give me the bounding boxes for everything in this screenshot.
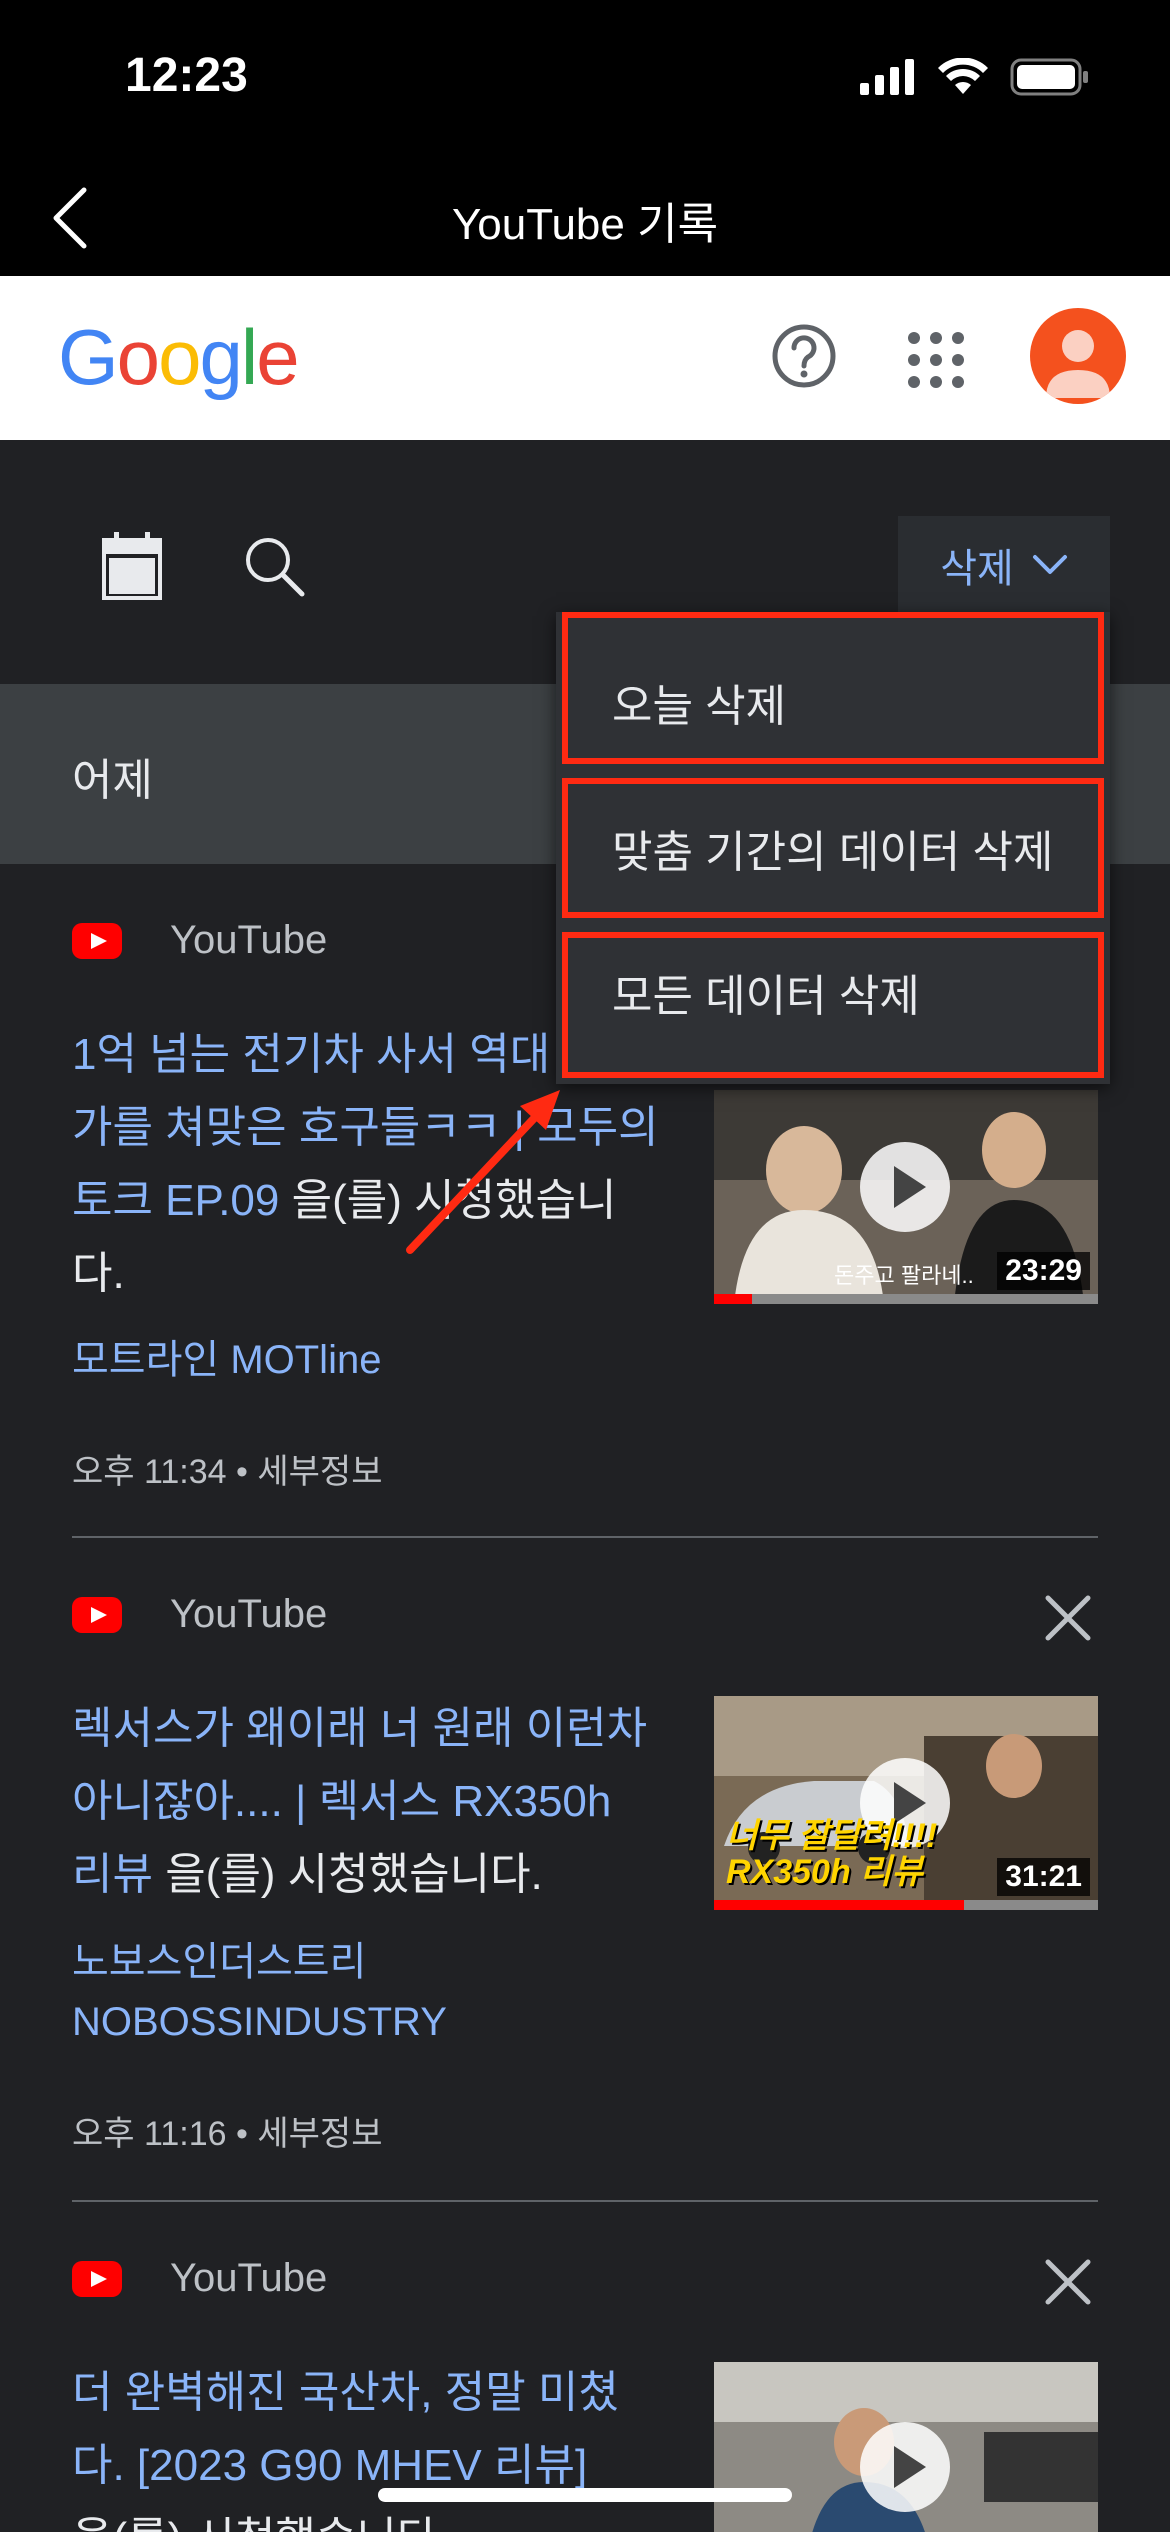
title-line: 리뷰 — [72, 1850, 153, 1899]
channel-line: NOBOSSINDUSTRY — [72, 2000, 447, 2044]
title-line: 다. [2023 G90 MHEV 리뷰] — [72, 2441, 588, 2490]
page-title: YouTube 기록 — [451, 200, 719, 249]
help-button[interactable] — [768, 320, 840, 392]
title-line: 렉서스가 왜이래 너 원래 이런차 — [72, 1704, 648, 1753]
google-logo[interactable]: Google — [58, 312, 300, 403]
menu-item-delete-custom-range[interactable]: 맞춤 기간의 데이터 삭제 — [562, 778, 1104, 918]
source-name: YouTube — [170, 1592, 328, 1636]
apps-grid-icon — [908, 332, 964, 388]
title-tail: 다. — [72, 1249, 125, 1298]
title-line: 토크 EP.09 — [72, 1176, 280, 1225]
entry-source: YouTube — [72, 1592, 327, 1637]
home-indicator[interactable] — [378, 2488, 792, 2502]
entry-title: 렉서스가 왜이래 너 원래 이런차아니잖아.... | 렉서스 RX350h 리뷰… — [72, 1692, 692, 1911]
video-thumbnail[interactable]: 너무 잘달려!!!! RX350h 리뷰 31:21 — [714, 1696, 1098, 1910]
channel-link[interactable]: 노보스인더스트리 NOBOSSINDUSTRY — [72, 1932, 672, 2052]
play-icon — [860, 1142, 950, 1232]
delete-menu: 오늘 삭제 맞춤 기간의 데이터 삭제 모든 데이터 삭제 — [556, 612, 1110, 1084]
menu-item-delete-all[interactable]: 모든 데이터 삭제 — [562, 932, 1104, 1078]
title-tail: 을(를) 시청했습니다. — [72, 2514, 450, 2532]
channel-line: 노보스인더스트리 — [72, 1940, 367, 1984]
source-name: YouTube — [170, 2256, 328, 2300]
entry-title: 더 완벽해진 국산차, 정말 미쳤다. [2023 G90 MHEV 리뷰] 을(… — [72, 2356, 692, 2532]
youtube-icon — [72, 2260, 122, 2297]
divider — [72, 1536, 1098, 1538]
day-label: 어제 — [72, 756, 153, 805]
google-header: Google — [0, 276, 1170, 440]
youtube-icon — [72, 1596, 122, 1633]
video-duration: 31:21 — [997, 1858, 1090, 1896]
title-suffix: 을(를) 시청했습니다. — [152, 1850, 543, 1899]
status-bar: 12:23 — [0, 0, 1170, 160]
wifi-icon — [938, 58, 988, 94]
title-line: 1억 넘는 전기차 사서 역대 — [72, 1030, 551, 1079]
status-time: 12:23 — [125, 49, 248, 102]
help-icon — [772, 324, 836, 388]
title-line: 아니잖아.... | 렉서스 RX350h — [72, 1777, 612, 1826]
battery-icon — [1010, 58, 1088, 96]
watch-time-details[interactable]: 오후 11:34 • 세부정보 — [72, 1444, 382, 1493]
entry-source: YouTube — [72, 918, 327, 963]
avatar[interactable] — [1030, 308, 1126, 404]
search-icon — [246, 538, 305, 597]
remove-entry-button[interactable] — [1038, 2252, 1098, 2312]
history-entry: YouTube 렉서스가 왜이래 너 원래 이런차아니잖아.... | 렉서스 … — [72, 1592, 1098, 2212]
logo-letter: o — [158, 313, 201, 401]
title-suffix: 을(를) 시청했습니 — [279, 1176, 617, 1225]
watch-time-details[interactable]: 오후 11:16 • 세부정보 — [72, 2106, 382, 2155]
video-thumbnail[interactable] — [714, 2362, 1098, 2532]
video-duration: 23:29 — [997, 1252, 1090, 1290]
video-thumbnail[interactable]: 돈주고 팔라네.. 23:29 — [714, 1090, 1098, 1304]
watch-progress-bar — [714, 1900, 964, 1910]
status-icons — [860, 58, 1090, 96]
watch-progress-track — [714, 1294, 1098, 1304]
chevron-down-icon — [1032, 555, 1067, 574]
nav-bar: YouTube 기록 — [0, 160, 1170, 276]
thumbnail-caption: 돈주고 팔라네.. — [834, 1263, 974, 1288]
watch-progress-bar — [714, 1294, 753, 1304]
cellular-signal-icon — [860, 59, 914, 95]
divider — [72, 2200, 1098, 2202]
remove-entry-button[interactable] — [1038, 1588, 1098, 1648]
delete-label: 삭제 — [940, 547, 1014, 591]
title-line: 가를 쳐맞은 호구들ㅋㅋ | 모두의 — [72, 1103, 659, 1152]
entry-source: YouTube — [72, 2256, 327, 2301]
logo-letter: G — [58, 313, 119, 401]
search-button[interactable] — [240, 532, 310, 602]
user-icon — [1046, 330, 1110, 398]
thumbnail-caption: 너무 잘달려!!!! RX350h 리뷰 — [726, 1817, 938, 1891]
title-line: 더 완벽해진 국산차, 정말 미쳤 — [72, 2368, 619, 2417]
calendar-button[interactable] — [100, 530, 164, 602]
logo-letter: g — [199, 313, 242, 401]
logo-letter: e — [256, 313, 299, 401]
logo-letter: l — [240, 313, 258, 401]
delete-dropdown-button[interactable]: 삭제 — [898, 516, 1110, 614]
source-name: YouTube — [170, 918, 328, 962]
calendar-icon — [102, 532, 162, 600]
google-apps-button[interactable] — [900, 324, 972, 396]
youtube-icon — [72, 922, 122, 959]
close-icon — [1045, 1595, 1091, 1641]
menu-item-delete-today[interactable]: 오늘 삭제 — [562, 612, 1104, 764]
video-link[interactable]: 더 완벽해진 국산차, 정말 미쳤다. [2023 G90 MHEV 리뷰] — [72, 2368, 619, 2490]
close-icon — [1045, 2259, 1091, 2305]
logo-letter: o — [116, 313, 160, 401]
play-icon — [860, 2422, 950, 2512]
channel-link[interactable]: 모트라인 MOTline — [72, 1330, 672, 1390]
